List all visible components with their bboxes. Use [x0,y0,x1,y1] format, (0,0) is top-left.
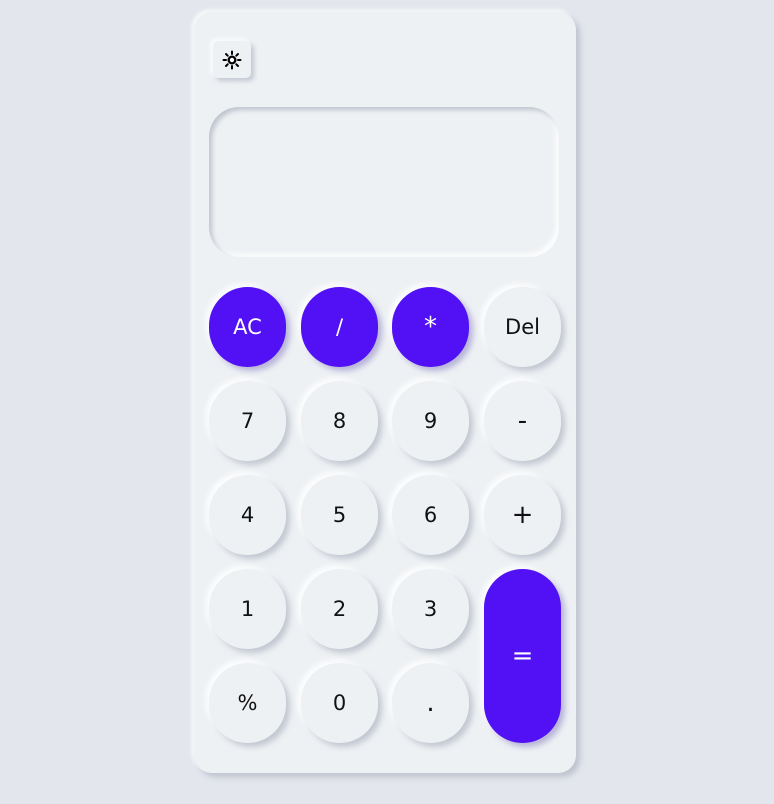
plus-button[interactable]: + [484,475,561,555]
digit-9-button[interactable]: 9 [392,381,469,461]
divide-button[interactable]: / [301,287,378,367]
percent-button[interactable]: % [209,663,286,743]
delete-button[interactable]: Del [484,287,561,367]
calculator-display [209,107,559,257]
calculator: AC / * Del 7 8 9 - 4 5 6 + 1 2 3 = % 0 . [194,12,576,773]
digit-3-button[interactable]: 3 [392,569,469,649]
decimal-button[interactable]: . [392,663,469,743]
digit-6-button[interactable]: 6 [392,475,469,555]
digit-5-button[interactable]: 5 [301,475,378,555]
all-clear-button[interactable]: AC [209,287,286,367]
theme-toggle-button[interactable] [213,41,251,78]
multiply-button[interactable]: * [392,287,469,367]
digit-0-button[interactable]: 0 [301,663,378,743]
digit-2-button[interactable]: 2 [301,569,378,649]
digit-7-button[interactable]: 7 [209,381,286,461]
digit-1-button[interactable]: 1 [209,569,286,649]
sun-icon [222,50,242,69]
digit-8-button[interactable]: 8 [301,381,378,461]
minus-button[interactable]: - [484,381,561,461]
digit-4-button[interactable]: 4 [209,475,286,555]
equals-button[interactable]: = [484,569,561,743]
